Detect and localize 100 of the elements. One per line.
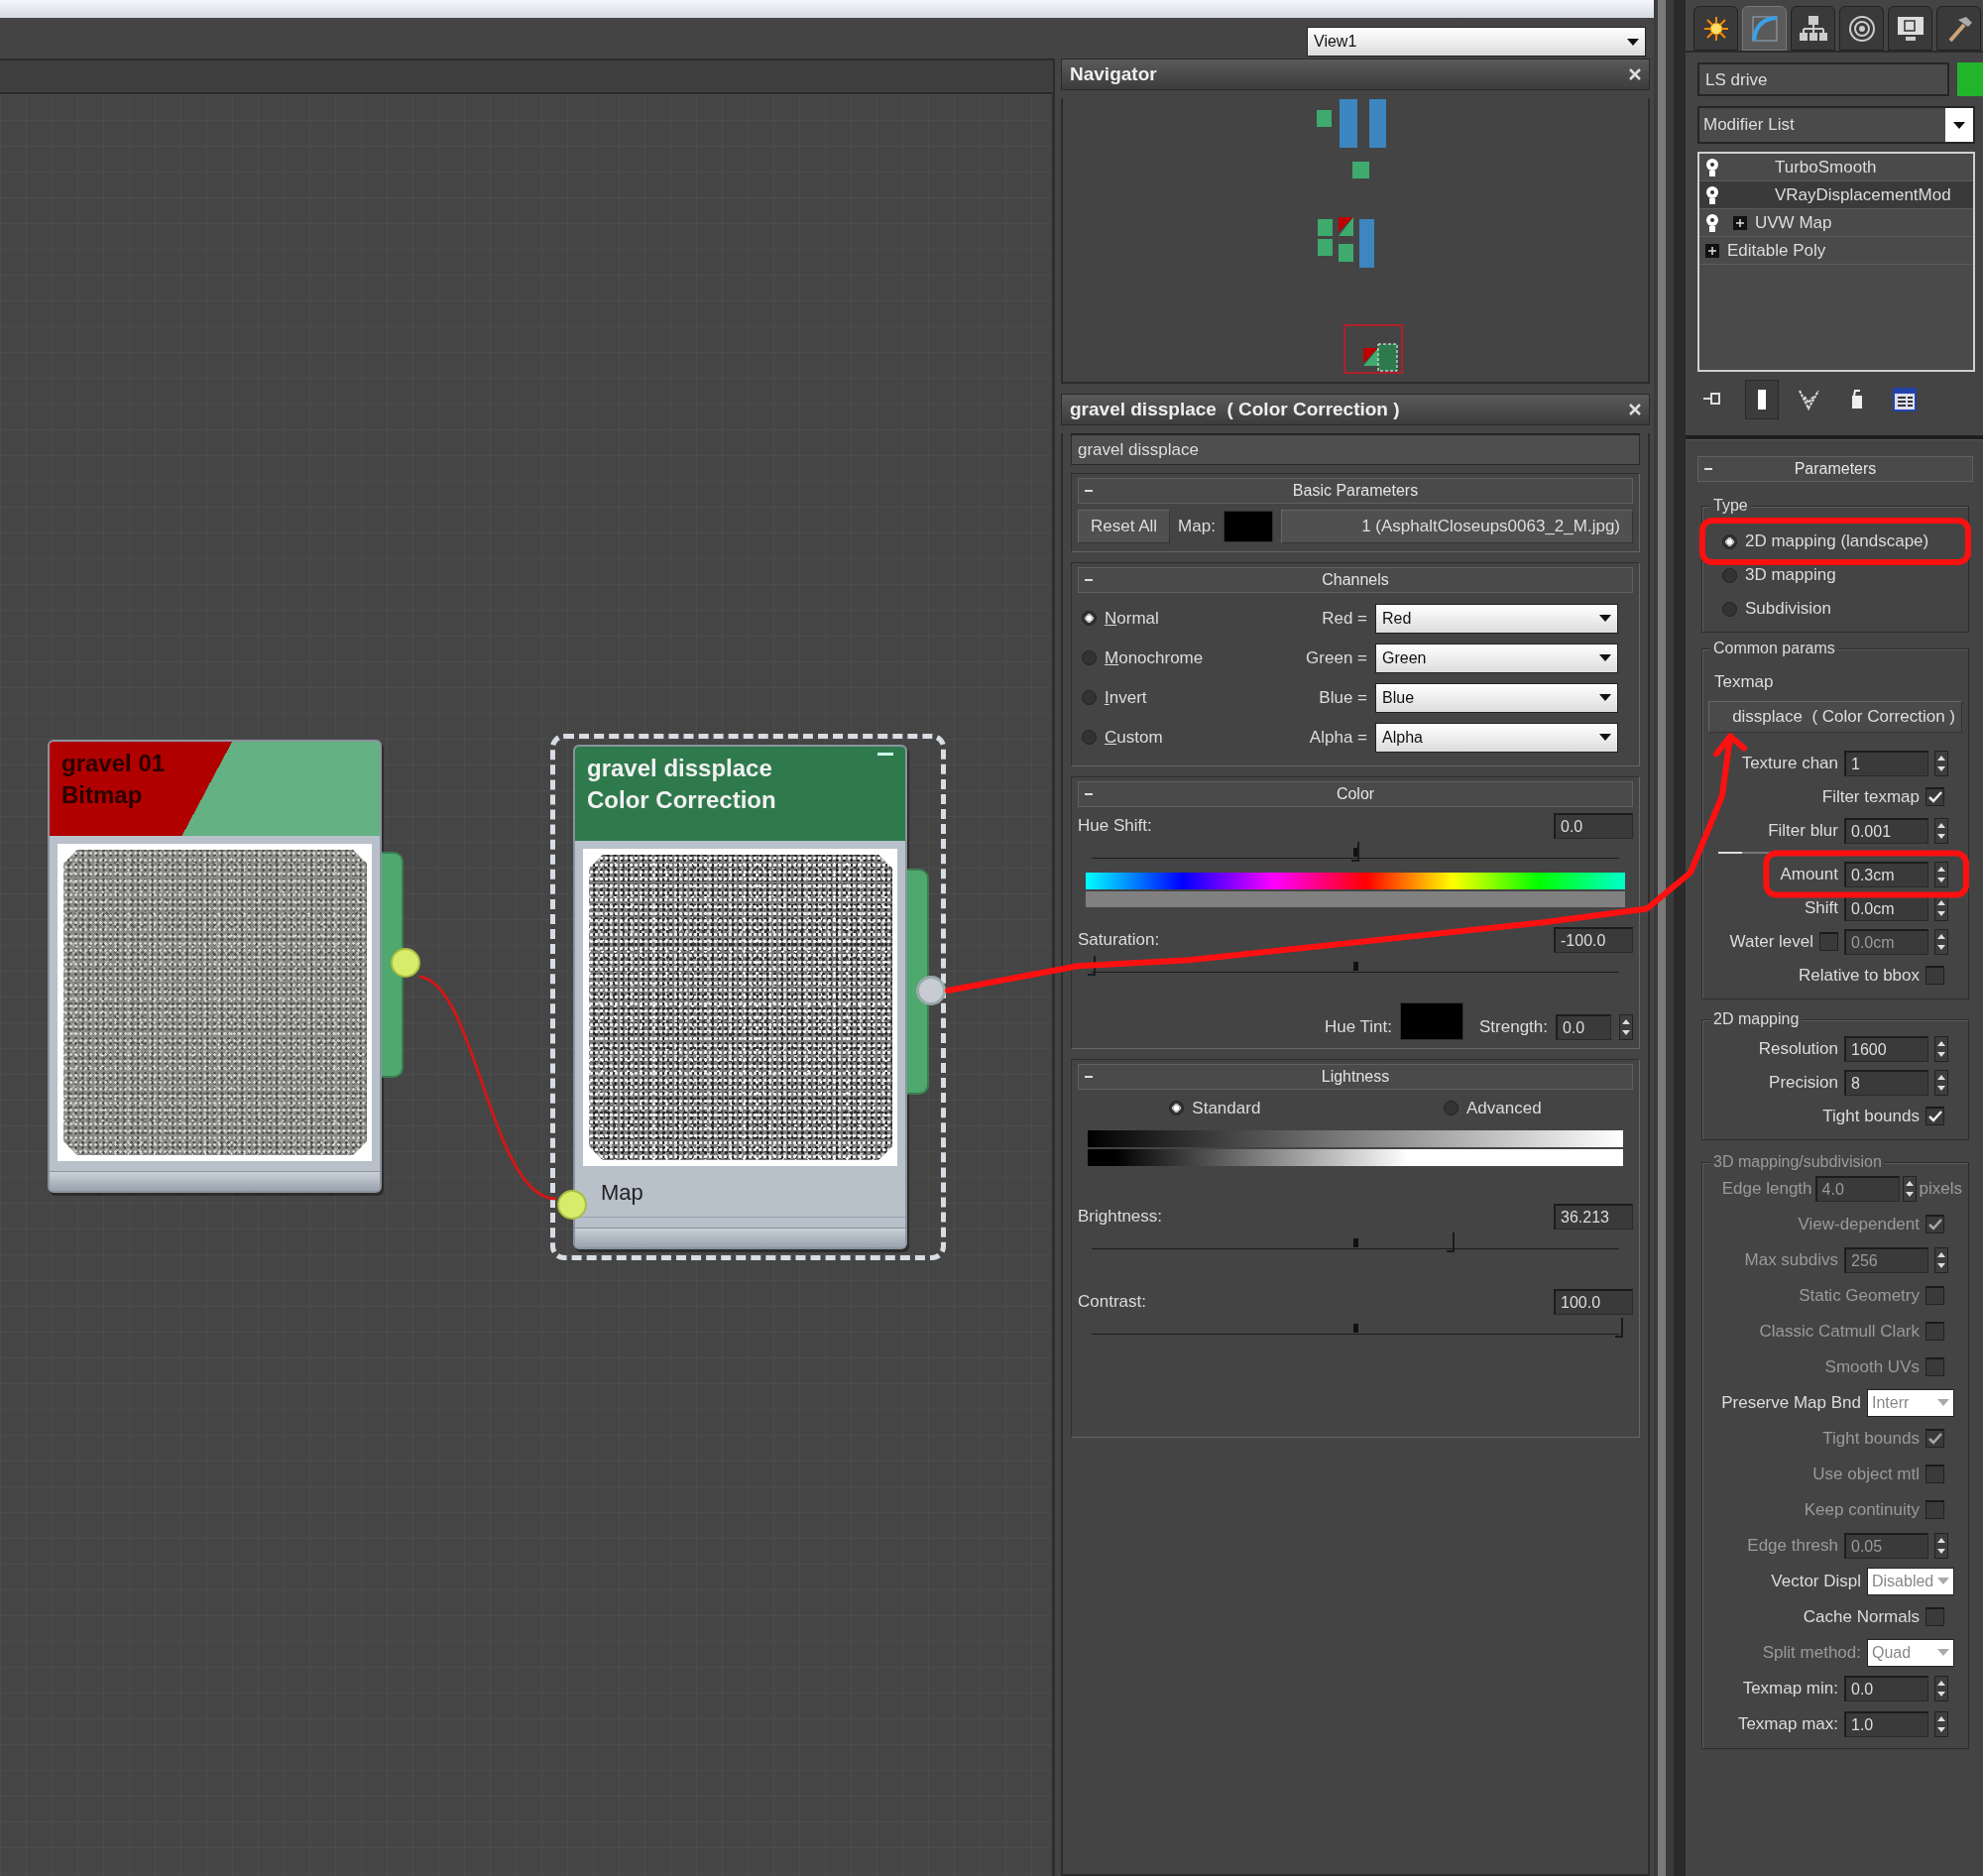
slider-thumb[interactable]	[1615, 1318, 1623, 1338]
panel-tab[interactable]	[1791, 6, 1835, 51]
spinner-arrows-icon[interactable]	[1934, 1246, 1948, 1273]
expand-icon[interactable]	[1705, 243, 1719, 258]
radio-button[interactable]	[1722, 567, 1737, 583]
radio-button[interactable]	[1722, 601, 1737, 617]
dropdown[interactable]: Disabled	[1867, 1567, 1954, 1595]
modifier-stack-item[interactable]: VRayDisplacementMod	[1699, 181, 1973, 209]
slider-track[interactable]	[1092, 1230, 1619, 1249]
channel-dropdown[interactable]: Blue	[1375, 682, 1618, 713]
stack-tool-button[interactable]	[1745, 380, 1779, 419]
rollout-title[interactable]: Lightness	[1321, 1064, 1390, 1089]
number-field[interactable]: 0.0	[1844, 1675, 1928, 1701]
radio-button[interactable]	[1444, 1100, 1459, 1115]
spinner-arrows-icon[interactable]	[1934, 861, 1948, 887]
collapse-icon[interactable]	[1085, 792, 1093, 795]
spinner-arrows-icon[interactable]	[1934, 1675, 1948, 1701]
slider-thumb[interactable]	[1088, 955, 1096, 976]
close-icon[interactable]	[1629, 404, 1641, 415]
collapse-icon[interactable]	[1085, 1075, 1093, 1078]
checkbox[interactable]	[1925, 1607, 1944, 1626]
checkbox[interactable]	[1925, 966, 1944, 985]
spinner-arrows-icon[interactable]	[1934, 750, 1948, 776]
radio-label[interactable]: Custom	[1105, 724, 1163, 751]
spinner-arrows-icon[interactable]	[1934, 1710, 1948, 1737]
caret-icon[interactable]	[1599, 654, 1611, 661]
number-field[interactable]: 8	[1844, 1069, 1928, 1096]
radio-label[interactable]: 3D mapping	[1745, 562, 1836, 588]
spinner-arrows-icon[interactable]	[1619, 1013, 1633, 1040]
radio-label[interactable]: Standard	[1192, 1095, 1261, 1120]
spinner-arrows-icon[interactable]	[1934, 928, 1948, 955]
channel-dropdown[interactable]: Red	[1375, 603, 1618, 634]
name-field[interactable]: gravel dissplace	[1071, 433, 1640, 465]
panel-tab[interactable]	[1936, 6, 1981, 51]
number-field[interactable]: 1	[1844, 750, 1928, 776]
output-socket[interactable]	[916, 976, 946, 1005]
color-swatch[interactable]	[1223, 510, 1273, 542]
radio-label[interactable]: Advanced	[1466, 1095, 1542, 1120]
view-dropdown[interactable]: View1	[1307, 27, 1646, 57]
panel-tab[interactable]	[1839, 6, 1884, 51]
number-field[interactable]: 0.3cm	[1844, 861, 1928, 887]
lightbulb-icon[interactable]	[1705, 212, 1719, 233]
radio-label[interactable]: Subdivision	[1745, 596, 1831, 622]
object-color-swatch[interactable]	[1957, 62, 1983, 96]
output-socket[interactable]	[391, 948, 420, 978]
checkbox[interactable]	[1925, 1107, 1944, 1125]
modifier-list-dropdown[interactable]: Modifier List	[1697, 106, 1975, 144]
rollout-title[interactable]: Color	[1336, 781, 1375, 806]
caret-icon[interactable]	[1953, 121, 1965, 129]
caret-icon[interactable]	[1599, 734, 1611, 741]
number-field[interactable]: 0.0	[1556, 1013, 1611, 1040]
radio-label[interactable]: 2D mapping (landscape)	[1745, 528, 1929, 554]
panel-tab[interactable]	[1888, 6, 1932, 51]
number-field[interactable]: 36.213	[1554, 1204, 1633, 1230]
material-node[interactable]: gravel dissplace Color Correction Map	[550, 734, 946, 1260]
color-swatch[interactable]	[1400, 1001, 1463, 1040]
radio-button[interactable]	[1082, 650, 1097, 665]
number-field[interactable]: 1600	[1844, 1035, 1928, 1062]
rollout-title[interactable]: Channels	[1322, 567, 1389, 592]
spinner-arrows-icon[interactable]	[1934, 1035, 1948, 1062]
object-name-field[interactable]: LS drive	[1697, 62, 1949, 96]
caret-icon[interactable]	[1599, 694, 1611, 701]
radio-button[interactable]	[1082, 730, 1097, 745]
lightbulb-icon[interactable]	[1705, 184, 1719, 205]
number-field[interactable]: 0.0cm	[1844, 928, 1928, 955]
caret-icon[interactable]	[1599, 615, 1611, 622]
caret-icon[interactable]	[1627, 38, 1639, 46]
channel-dropdown[interactable]: Green	[1375, 643, 1618, 673]
map-button[interactable]: 1 (AsphaltCloseups0063_2_M.jpg)	[1280, 510, 1633, 543]
panel-tab[interactable]	[1693, 6, 1738, 51]
slider-thumb[interactable]	[1351, 841, 1359, 862]
expand-icon[interactable]	[1733, 215, 1747, 230]
collapse-icon[interactable]	[1085, 578, 1093, 581]
modifier-stack-item[interactable]: Editable Poly	[1699, 237, 1973, 265]
lightbulb-icon[interactable]	[1705, 157, 1719, 177]
close-icon[interactable]	[1629, 68, 1641, 80]
checkbox[interactable]	[1819, 932, 1838, 951]
texmap-button[interactable]: dissplace ( Color Correction )	[1708, 701, 1962, 733]
number-field[interactable]: 1.0	[1844, 1710, 1928, 1737]
number-field[interactable]: -100.0	[1554, 926, 1633, 953]
number-field[interactable]: 100.0	[1554, 1289, 1633, 1315]
radio-button[interactable]	[1722, 533, 1737, 549]
number-field[interactable]: 0.0	[1554, 812, 1633, 839]
reset-button[interactable]: Reset All	[1078, 510, 1171, 543]
radio-button[interactable]	[1082, 611, 1097, 626]
dropdown[interactable]: Interr	[1867, 1388, 1954, 1417]
spinner-arrows-icon[interactable]	[1934, 1069, 1948, 1096]
radio-label[interactable]: Normal	[1105, 605, 1159, 632]
radio-button[interactable]	[1169, 1100, 1185, 1115]
input-socket[interactable]	[557, 1190, 587, 1220]
number-field[interactable]: 0.001	[1844, 817, 1928, 844]
spinner-arrows-icon[interactable]	[1902, 1175, 1917, 1202]
channel-dropdown[interactable]: Alpha	[1375, 722, 1618, 753]
radio-button[interactable]	[1082, 690, 1097, 705]
modifier-stack-item[interactable]: UVW Map	[1699, 209, 1973, 237]
radio-label[interactable]: Monochrome	[1105, 645, 1204, 671]
spinner-arrows-icon[interactable]	[1934, 817, 1948, 844]
checkbox[interactable]	[1925, 787, 1944, 806]
spinner-arrows-icon[interactable]	[1934, 1532, 1948, 1559]
radio-label[interactable]: Invert	[1105, 684, 1147, 711]
